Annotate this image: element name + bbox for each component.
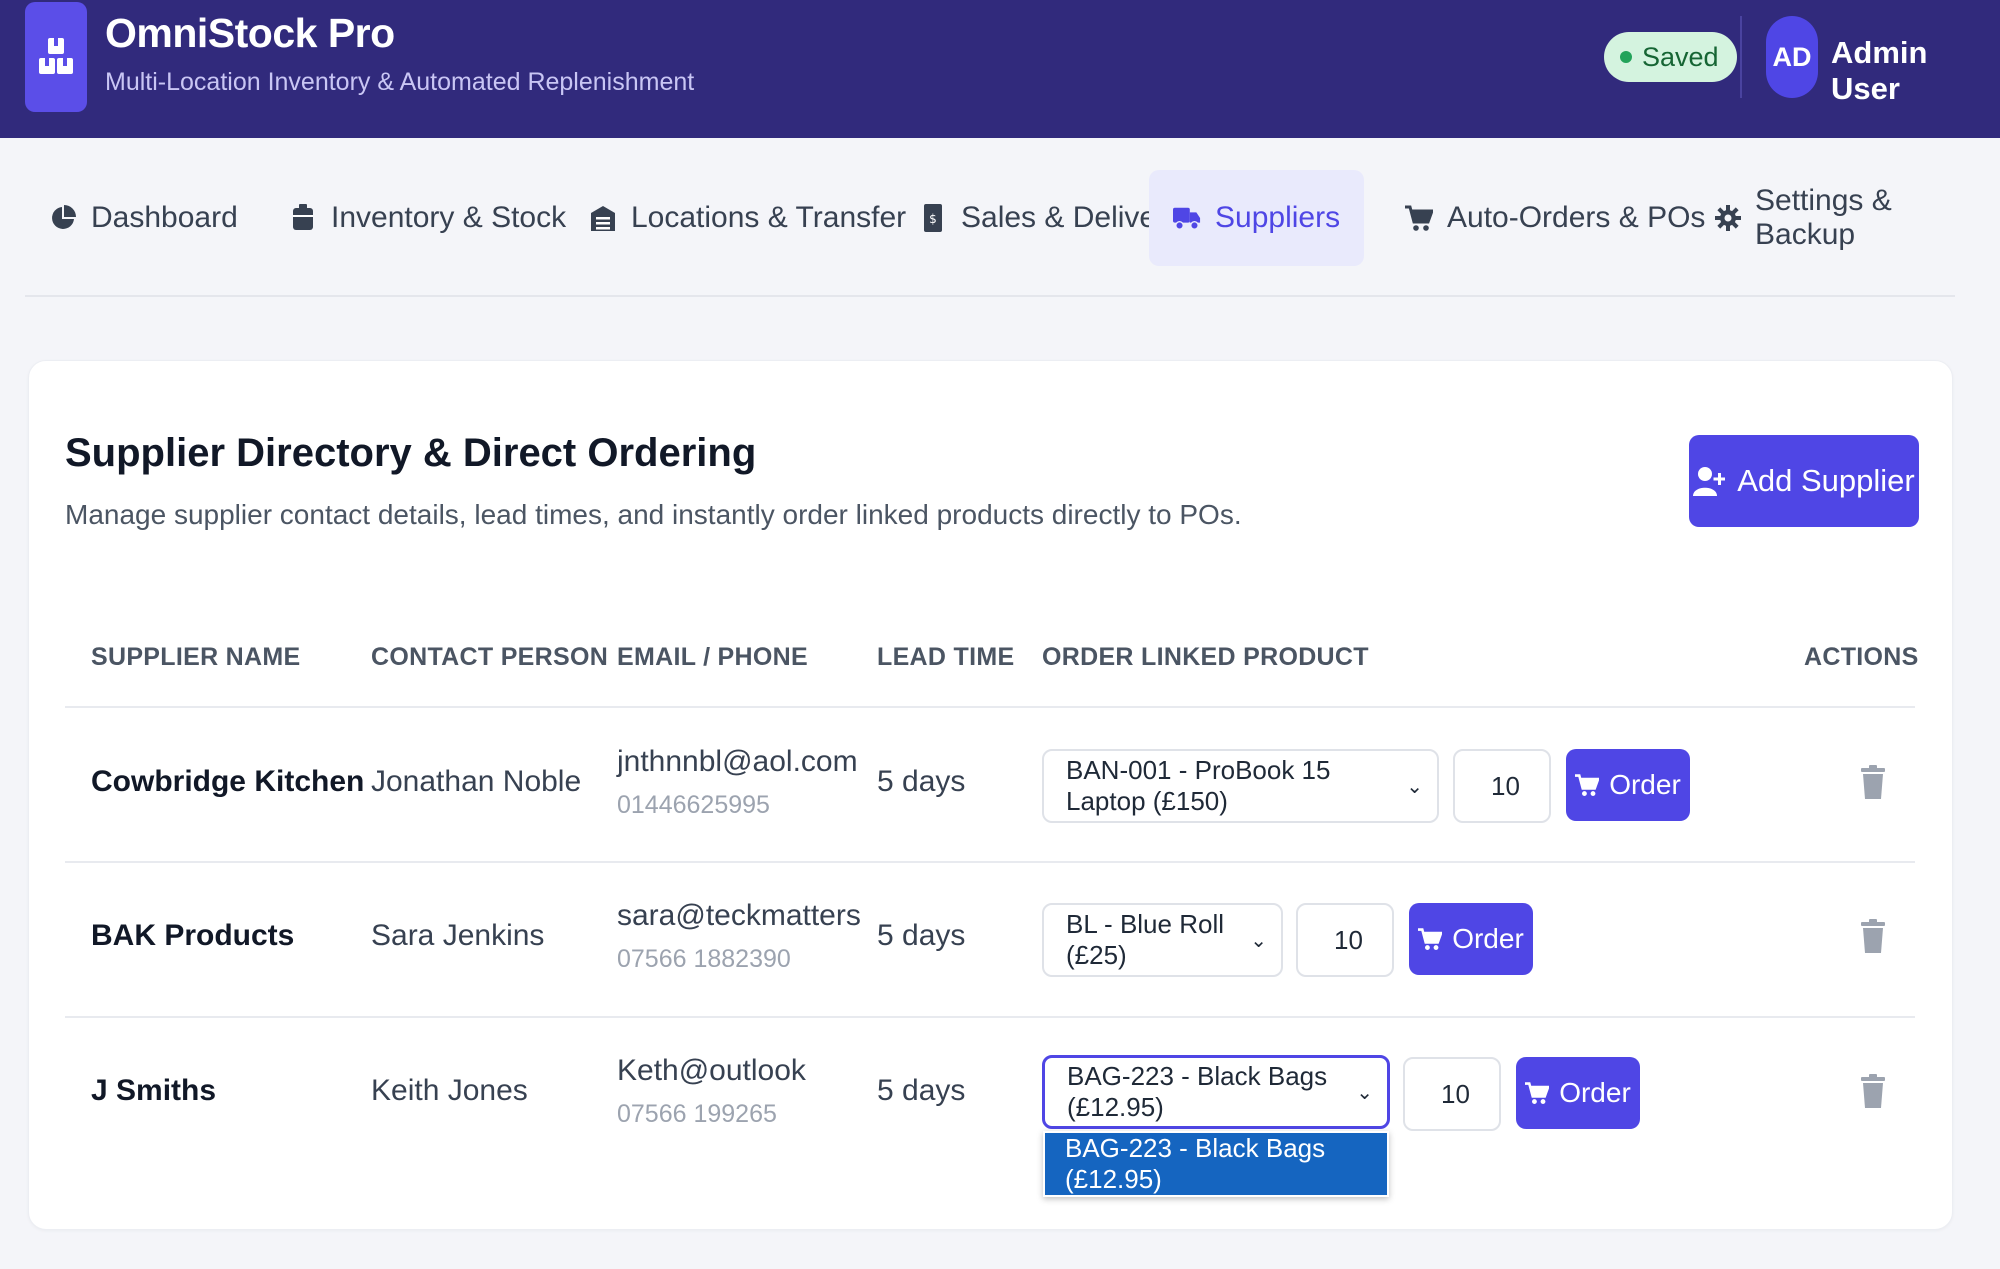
app-header: OmniStock Pro Multi-Location Inventory &…	[0, 0, 2000, 138]
quantity-input[interactable]: 10	[1296, 903, 1394, 977]
supplier-email: Keth@outlook	[617, 1054, 806, 1087]
tab-label: Settings & Backup	[1755, 184, 1892, 251]
supplier-name: BAK Products	[91, 919, 295, 952]
dropdown-option[interactable]: BAG-223 - Black Bags (£12.95)	[1045, 1133, 1387, 1195]
row-divider	[65, 861, 1915, 863]
svg-text:$: $	[929, 212, 937, 226]
page-subtitle: Manage supplier contact details, lead ti…	[65, 499, 1242, 530]
avatar[interactable]: AD	[1766, 16, 1818, 98]
row-divider	[65, 1016, 1915, 1018]
tab-auto-orders[interactable]: Auto-Orders & POs	[1381, 170, 1729, 266]
trash-icon[interactable]	[1861, 765, 1885, 799]
lead-time: 5 days	[877, 765, 966, 798]
col-header-email-phone: EMAIL / PHONE	[617, 643, 808, 671]
col-header-contact-person: CONTACT PERSON	[371, 643, 609, 671]
truck-icon	[1173, 204, 1201, 232]
supplier-email: sara@teckmatters	[617, 899, 861, 932]
tab-label: Inventory & Stock	[331, 201, 567, 234]
product-select-value: BL - Blue Roll (£25)	[1066, 909, 1224, 970]
tab-dashboard[interactable]: Dashboard	[25, 170, 262, 266]
contact-person: Jonathan Noble	[371, 765, 582, 798]
user-name[interactable]: Admin User	[1831, 35, 2000, 107]
product-select-value: BAG-223 - Black Bags (£12.95)	[1067, 1061, 1328, 1122]
supplier-phone: 07566 1882390	[617, 945, 791, 973]
tab-label: Auto-Orders & POs	[1447, 201, 1706, 234]
saved-status-badge: Saved	[1604, 32, 1737, 82]
chevron-down-icon: ⌄	[1356, 1081, 1373, 1104]
cart-icon	[1418, 928, 1443, 950]
cart-icon	[1575, 774, 1600, 796]
gear-icon	[1715, 204, 1741, 232]
box-icon	[289, 204, 317, 232]
contact-person: Keith Jones	[371, 1074, 528, 1107]
tab-suppliers[interactable]: Suppliers	[1149, 170, 1365, 266]
order-label: Order	[1452, 923, 1524, 954]
tab-label: Suppliers	[1215, 201, 1341, 234]
supplier-name: Cowbridge Kitchen	[91, 765, 365, 798]
status-dot-icon	[1620, 51, 1632, 63]
saved-label: Saved	[1642, 41, 1719, 72]
order-button[interactable]: Order	[1409, 903, 1533, 975]
order-label: Order	[1609, 769, 1681, 800]
table-header-divider	[65, 706, 1915, 708]
cart-icon	[1525, 1082, 1550, 1104]
main-nav: Dashboard Inventory & Stock Locations & …	[25, 170, 1955, 266]
tab-label: Dashboard	[91, 201, 238, 234]
add-supplier-button[interactable]: Add Supplier	[1689, 435, 1919, 527]
lead-time: 5 days	[877, 1074, 966, 1107]
pie-chart-icon	[49, 204, 77, 232]
tab-settings[interactable]: Settings & Backup	[1691, 170, 1955, 266]
tab-label: Locations & Transfer	[631, 201, 907, 234]
app-logo	[25, 2, 87, 112]
cart-icon	[1405, 204, 1433, 232]
quantity-input[interactable]: 10	[1453, 749, 1551, 823]
col-header-supplier-name: SUPPLIER NAME	[91, 643, 301, 671]
supplier-phone: 01446625995	[617, 791, 770, 819]
product-select[interactable]: BAG-223 - Black Bags (£12.95) ⌄	[1042, 1055, 1390, 1129]
chevron-down-icon: ⌄	[1250, 929, 1267, 952]
order-button[interactable]: Order	[1566, 749, 1690, 821]
trash-icon[interactable]	[1861, 919, 1885, 953]
col-header-lead-time: LEAD TIME	[877, 643, 1015, 671]
quantity-input[interactable]: 10	[1403, 1057, 1501, 1131]
lead-time: 5 days	[877, 919, 966, 952]
product-select-value: BAN-001 - ProBook 15 Laptop (£150)	[1066, 755, 1331, 816]
order-label: Order	[1559, 1077, 1631, 1108]
header-divider	[1740, 16, 1742, 98]
tab-locations[interactable]: Locations & Transfer	[565, 170, 930, 266]
supplier-card: Supplier Directory & Direct Ordering Man…	[28, 360, 1953, 1230]
page-title: Supplier Directory & Direct Ordering	[65, 431, 757, 475]
nav-divider	[25, 295, 1955, 297]
supplier-name: J Smiths	[91, 1074, 217, 1107]
warehouse-icon	[589, 204, 617, 232]
user-plus-icon	[1693, 467, 1726, 496]
add-supplier-label: Add Supplier	[1737, 463, 1915, 498]
app-subtitle: Multi-Location Inventory & Automated Rep…	[105, 68, 695, 96]
contact-person: Sara Jenkins	[371, 919, 545, 952]
col-header-actions: ACTIONS	[1804, 643, 1919, 671]
supplier-email: jnthnnbl@aol.com	[617, 745, 858, 778]
trash-icon[interactable]	[1861, 1074, 1885, 1108]
boxes-icon	[39, 38, 73, 74]
chevron-down-icon: ⌄	[1406, 775, 1423, 798]
app-title: OmniStock Pro	[105, 10, 395, 56]
supplier-phone: 07566 199265	[617, 1100, 777, 1128]
col-header-order-linked-product: ORDER LINKED PRODUCT	[1042, 643, 1369, 671]
order-button[interactable]: Order	[1516, 1057, 1640, 1129]
product-select[interactable]: BL - Blue Roll (£25) ⌄	[1042, 903, 1283, 977]
product-dropdown-list: BAG-223 - Black Bags (£12.95)	[1043, 1131, 1389, 1197]
product-select[interactable]: BAN-001 - ProBook 15 Laptop (£150) ⌄	[1042, 749, 1439, 823]
tab-inventory[interactable]: Inventory & Stock	[265, 170, 590, 266]
receipt-icon: $	[919, 204, 947, 232]
